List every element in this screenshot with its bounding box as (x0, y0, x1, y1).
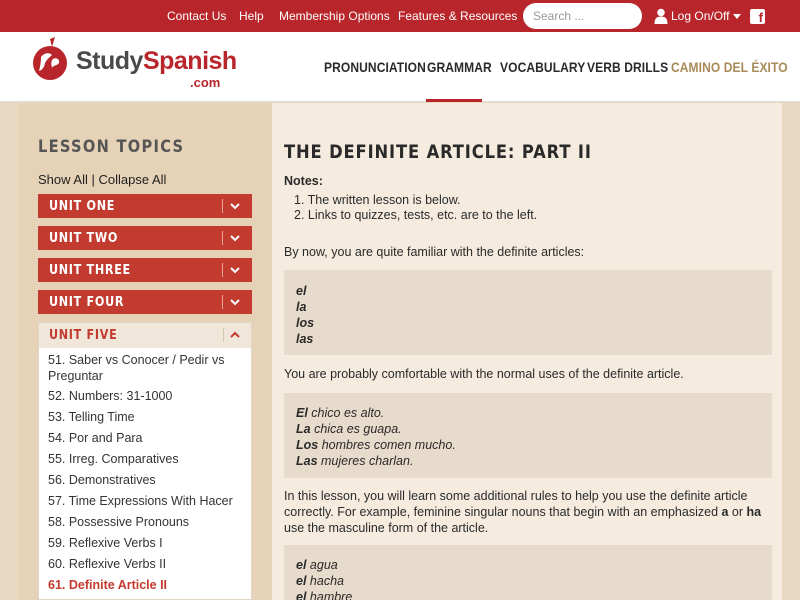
chevron-down-icon (230, 235, 240, 242)
divider (222, 263, 223, 277)
note-item: 1. The written lesson is below. (294, 193, 461, 207)
nav-camino-del-exito[interactable]: CAMINO DEL ÉXITO (671, 59, 788, 75)
noun-example: el hacha (296, 574, 344, 588)
show-all-link[interactable]: Show All (38, 172, 88, 187)
active-nav-indicator (426, 99, 482, 102)
features-resources-link[interactable]: Features & Resources (398, 9, 517, 23)
logo-domain: .com (190, 75, 221, 90)
article-example: los (296, 316, 315, 330)
nav-verb-drills[interactable]: VERB DRILLS (587, 59, 668, 75)
help-link[interactable]: Help (239, 9, 264, 23)
paragraph: By now, you are quite familiar with the … (284, 245, 585, 259)
facebook-icon[interactable]: f (750, 9, 765, 25)
chevron-down-icon (230, 203, 240, 210)
site-header: StudySpanish .com PRONUNCIATION GRAMMAR … (0, 32, 800, 102)
lesson-link[interactable]: 59. Reflexive Verbs I (48, 535, 248, 551)
lesson-link[interactable]: 57. Time Expressions With Hacer (48, 493, 248, 509)
search-input[interactable] (523, 3, 642, 29)
divider (222, 295, 223, 309)
show-collapse-controls: Show All | Collapse All (38, 172, 166, 187)
note-item: 2. Links to quizzes, tests, etc. are to … (294, 208, 538, 222)
separator: | (87, 172, 99, 187)
nav-grammar[interactable]: GRAMMAR (427, 59, 492, 75)
lesson-link[interactable]: 58. Possessive Pronouns (48, 514, 248, 530)
logo-mark-icon (33, 37, 67, 80)
article-example: el (296, 284, 307, 298)
divider (222, 231, 223, 245)
unit-one-accordion[interactable]: UNIT ONE (38, 194, 252, 218)
paragraph: In this lesson, you will learn some addi… (284, 489, 762, 535)
unit-label: UNIT THREE (49, 263, 131, 278)
noun-example: el agua (296, 558, 338, 572)
lesson-link[interactable]: 55. Irreg. Comparatives (48, 451, 248, 467)
lesson-link-active[interactable]: 61. Definite Article II (48, 577, 248, 593)
chevron-down-icon (230, 267, 240, 274)
divider (222, 199, 223, 213)
unit-five-accordion[interactable]: UNIT FIVE (39, 323, 251, 348)
lesson-topics-heading: LESSON TOPICS (38, 137, 185, 157)
sentence-example: El chico es alto. (296, 406, 385, 420)
unit-label: UNIT FOUR (49, 295, 125, 310)
lesson-link[interactable]: 54. Por and Para (48, 430, 248, 446)
user-icon (654, 8, 668, 24)
collapse-all-link[interactable]: Collapse All (98, 172, 166, 187)
sentence-example: La chica es guapa. (296, 422, 402, 436)
nav-pronunciation[interactable]: PRONUNCIATION (324, 59, 426, 75)
page-title: THE DEFINITE ARTICLE: PART II (284, 141, 592, 163)
unit-label: UNIT TWO (49, 231, 119, 246)
noun-example: el hambre (296, 590, 353, 600)
lesson-link[interactable]: 51. Saber vs Conocer / Pedir vs Pregunta… (48, 352, 248, 384)
chevron-down-icon (230, 299, 240, 306)
unit-label: UNIT ONE (49, 199, 116, 214)
unit-two-accordion[interactable]: UNIT TWO (38, 226, 252, 250)
chevron-up-icon (230, 331, 240, 338)
sentence-example: Las mujeres charlan. (296, 454, 414, 468)
sentence-example: Los hombres comen mucho. (296, 438, 456, 452)
logo-wordmark[interactable]: StudySpanish (76, 47, 237, 75)
unit-three-accordion[interactable]: UNIT THREE (38, 258, 252, 282)
divider (223, 328, 224, 342)
paragraph: You are probably comfortable with the no… (284, 367, 684, 381)
login-menu[interactable]: Log On/Off (654, 8, 742, 24)
articles-box (284, 270, 772, 355)
article-example: la (296, 300, 307, 314)
login-label: Log On/Off (671, 9, 730, 23)
contact-us-link[interactable]: Contact Us (167, 9, 226, 23)
article-example: las (296, 332, 314, 346)
lesson-link[interactable]: 60. Reflexive Verbs II (48, 556, 248, 572)
examples-box-2 (284, 545, 772, 600)
lesson-link[interactable]: 53. Telling Time (48, 409, 248, 425)
membership-options-link[interactable]: Membership Options (279, 9, 390, 23)
lesson-link[interactable]: 56. Demonstratives (48, 472, 248, 488)
unit-label: UNIT FIVE (49, 328, 118, 343)
top-bar: Contact Us Help Membership Options Featu… (0, 0, 800, 32)
nav-vocabulary[interactable]: VOCABULARY (500, 59, 585, 75)
notes-label: Notes: (284, 174, 323, 188)
unit-four-accordion[interactable]: UNIT FOUR (38, 290, 252, 314)
lesson-link[interactable]: 52. Numbers: 31-1000 (48, 388, 248, 404)
caret-down-icon (733, 13, 742, 19)
